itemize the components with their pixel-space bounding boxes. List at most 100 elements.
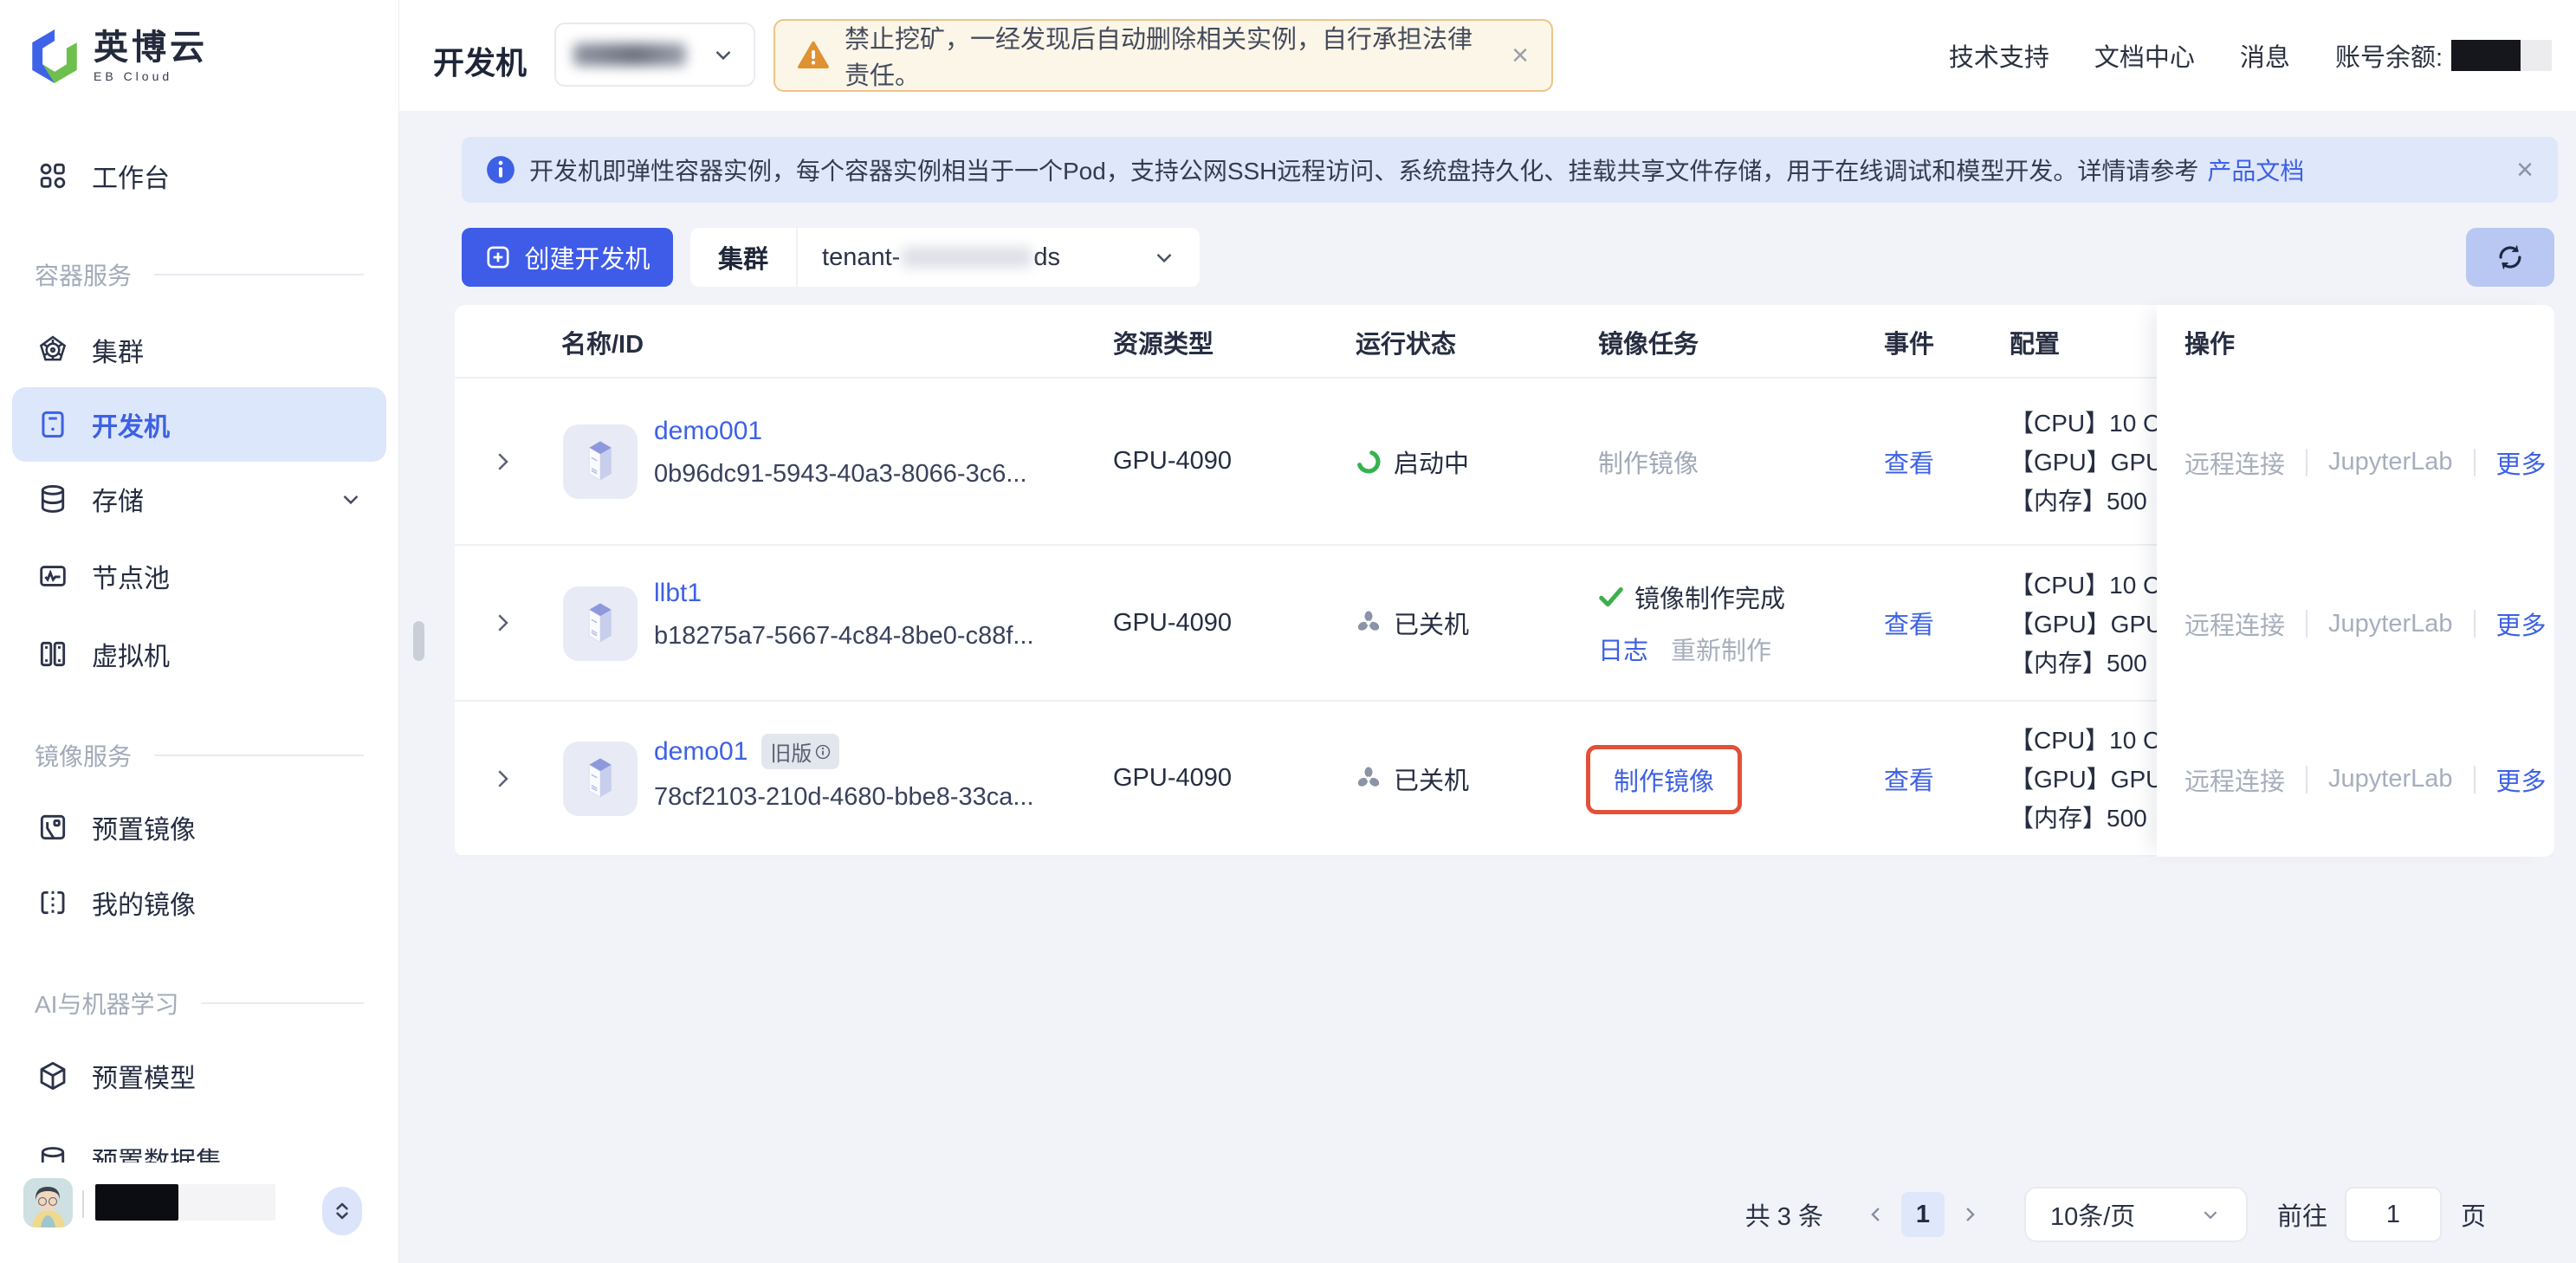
check-icon bbox=[1598, 586, 1624, 609]
operations-sticky-column: 操作 远程连接 JupyterLab 更多 远程连接 JupyterLab 更多 bbox=[2157, 305, 2554, 857]
fan-off-icon bbox=[1356, 766, 1382, 792]
more-link[interactable]: 更多 bbox=[2496, 761, 2547, 798]
image-task-disabled: 制作镜像 bbox=[1598, 379, 1699, 544]
sidebar-item-label: 我的镜像 bbox=[92, 884, 196, 922]
sidebar-item-label: 工作台 bbox=[92, 157, 170, 195]
col-operations: 操作 bbox=[2184, 305, 2235, 379]
status-text: 已关机 bbox=[1394, 605, 1469, 641]
image-icon bbox=[36, 811, 69, 844]
page-size-value: 10条/页 bbox=[2050, 1196, 2135, 1233]
expand-chevron-icon[interactable] bbox=[489, 702, 515, 855]
instance-name-link[interactable]: demo01 bbox=[654, 737, 748, 767]
task-rebuild[interactable]: 重新制作 bbox=[1671, 631, 1771, 667]
info-icon bbox=[486, 155, 515, 185]
user-bar bbox=[0, 1163, 398, 1263]
create-devmachine-button[interactable]: 创建开发机 bbox=[462, 228, 673, 287]
environment-select[interactable] bbox=[554, 23, 755, 87]
expand-chevron-icon[interactable] bbox=[489, 379, 515, 544]
account-balance: 账号余额: bbox=[2335, 37, 2552, 74]
instance-name-block: demo01 旧版 78cf2103-210d-4680-bbe8-33ca..… bbox=[654, 734, 1034, 812]
instance-name-link[interactable]: llbt1 bbox=[654, 579, 1034, 608]
sidebar-item-label: 存储 bbox=[92, 480, 144, 518]
resource-type: GPU-4090 bbox=[1113, 546, 1232, 700]
messages-link[interactable]: 消息 bbox=[2240, 37, 2290, 74]
avatar[interactable] bbox=[23, 1178, 73, 1227]
col-name-id: 名称/ID bbox=[561, 305, 644, 379]
remote-connect-link[interactable]: 远程连接 bbox=[2184, 606, 2285, 642]
run-status: 已关机 bbox=[1356, 546, 1469, 700]
cluster-value-redacted bbox=[902, 247, 1032, 268]
kubernetes-wheel-icon bbox=[36, 334, 69, 366]
make-image-link[interactable]: 制作镜像 bbox=[1614, 761, 1714, 798]
sidebar-item-label: 节点池 bbox=[92, 557, 170, 595]
goto-label: 前往 bbox=[2277, 1196, 2327, 1233]
username-redacted-tail bbox=[180, 1184, 275, 1221]
prev-page-icon[interactable] bbox=[1863, 1202, 1889, 1227]
sidebar-section-label: 镜像服务 bbox=[35, 738, 132, 773]
ops-divider bbox=[2306, 766, 2307, 793]
more-link[interactable]: 更多 bbox=[2496, 444, 2547, 481]
brand-logo: 英博云 EB Cloud bbox=[26, 28, 208, 85]
event-view-link[interactable]: 查看 bbox=[1884, 546, 1934, 700]
sidebar-item-workbench[interactable]: 工作台 bbox=[0, 139, 398, 213]
remote-connect-link[interactable]: 远程连接 bbox=[2184, 444, 2285, 481]
account-switcher-button[interactable] bbox=[322, 1187, 362, 1235]
chevron-down-icon bbox=[2199, 1203, 2222, 1226]
warning-close-icon[interactable]: × bbox=[1511, 41, 1529, 70]
devmachine-table: 名称/ID 资源类型 运行状态 镜像任务 事件 配置 bbox=[455, 305, 2554, 857]
sidebar-item-my-images[interactable]: 我的镜像 bbox=[0, 865, 398, 940]
section-divider bbox=[154, 755, 364, 756]
support-link[interactable]: 技术支持 bbox=[1949, 37, 2049, 74]
grid-icon bbox=[36, 159, 69, 192]
next-page-icon[interactable] bbox=[1957, 1202, 1983, 1227]
event-view-link[interactable]: 查看 bbox=[1884, 702, 1934, 855]
product-docs-link[interactable]: 产品文档 bbox=[2207, 152, 2304, 187]
app-root: 英博云 EB Cloud 工作台 容器服务 bbox=[0, 0, 2576, 1263]
page-number[interactable]: 1 bbox=[1901, 1192, 1945, 1237]
sidebar-section-container: 镜像服务 bbox=[35, 729, 364, 781]
task-log-link[interactable]: 日志 bbox=[1598, 631, 1648, 667]
expand-chevron-icon[interactable] bbox=[489, 546, 515, 700]
sidebar-item-cluster[interactable]: 集群 bbox=[0, 313, 398, 387]
sidebar-item-preset-images[interactable]: 预置镜像 bbox=[0, 790, 398, 865]
instance-id: 78cf2103-210d-4680-bbe8-33ca... bbox=[654, 783, 1034, 812]
sidebar-section-label: AI与机器学习 bbox=[35, 986, 178, 1020]
refresh-button[interactable] bbox=[2466, 228, 2554, 287]
cluster-select[interactable]: 集群 tenant- ds bbox=[690, 228, 1200, 287]
sidebar: 英博云 EB Cloud 工作台 容器服务 bbox=[0, 0, 399, 1263]
jupyterlab-link[interactable]: JupyterLab bbox=[2328, 610, 2453, 638]
sidebar-collapse-handle[interactable] bbox=[413, 621, 424, 661]
docs-link[interactable]: 文档中心 bbox=[2094, 37, 2195, 74]
goto-page-input[interactable] bbox=[2345, 1187, 2442, 1242]
remote-connect-link[interactable]: 远程连接 bbox=[2184, 761, 2285, 798]
topbar: 开发机 禁止挖矿，一经发现后自动删除相关实例，自行承担法律责任。 × 技术支持 … bbox=[398, 0, 2576, 111]
warning-banner: 禁止挖矿，一经发现后自动删除相关实例，自行承担法律责任。 × bbox=[773, 19, 1553, 92]
info-close-icon[interactable]: × bbox=[2516, 155, 2534, 185]
instance-id: 0b96dc91-5943-40a3-8066-3c6... bbox=[654, 460, 1027, 489]
chevron-down-icon bbox=[710, 42, 736, 68]
jupyterlab-link[interactable]: JupyterLab bbox=[2328, 448, 2453, 476]
instance-name-block: demo001 0b96dc91-5943-40a3-8066-3c6... bbox=[654, 417, 1027, 489]
more-link[interactable]: 更多 bbox=[2496, 606, 2547, 642]
sidebar-item-preset-models[interactable]: 预置模型 bbox=[0, 1039, 398, 1113]
sidebar-item-vm[interactable]: 虚拟机 bbox=[0, 617, 398, 691]
event-view-link[interactable]: 查看 bbox=[1884, 379, 1934, 544]
warning-triangle-icon bbox=[798, 41, 829, 70]
sidebar-item-nodepool[interactable]: 节点池 bbox=[0, 539, 398, 613]
instance-name-link[interactable]: demo001 bbox=[654, 417, 1027, 446]
jupyterlab-link[interactable]: JupyterLab bbox=[2328, 765, 2453, 793]
row-operations: 远程连接 JupyterLab 更多 bbox=[2157, 379, 2554, 546]
goto-unit: 页 bbox=[2461, 1196, 2486, 1233]
sidebar-item-devmachine[interactable]: 开发机 bbox=[12, 387, 386, 462]
spinner-icon bbox=[1356, 449, 1382, 475]
ops-divider bbox=[2306, 449, 2307, 476]
row-operations: 远程连接 JupyterLab 更多 bbox=[2157, 702, 2554, 857]
servers-icon bbox=[36, 638, 69, 670]
sidebar-item-storage[interactable]: 存储 bbox=[0, 462, 398, 536]
cluster-value-suffix: ds bbox=[1033, 243, 1060, 272]
resource-type: GPU-4090 bbox=[1113, 379, 1232, 544]
brand-logo-icon bbox=[26, 28, 83, 85]
page-size-select[interactable]: 10条/页 bbox=[2024, 1187, 2248, 1242]
task-done-text: 镜像制作完成 bbox=[1634, 579, 1785, 615]
run-status: 启动中 bbox=[1356, 379, 1469, 544]
